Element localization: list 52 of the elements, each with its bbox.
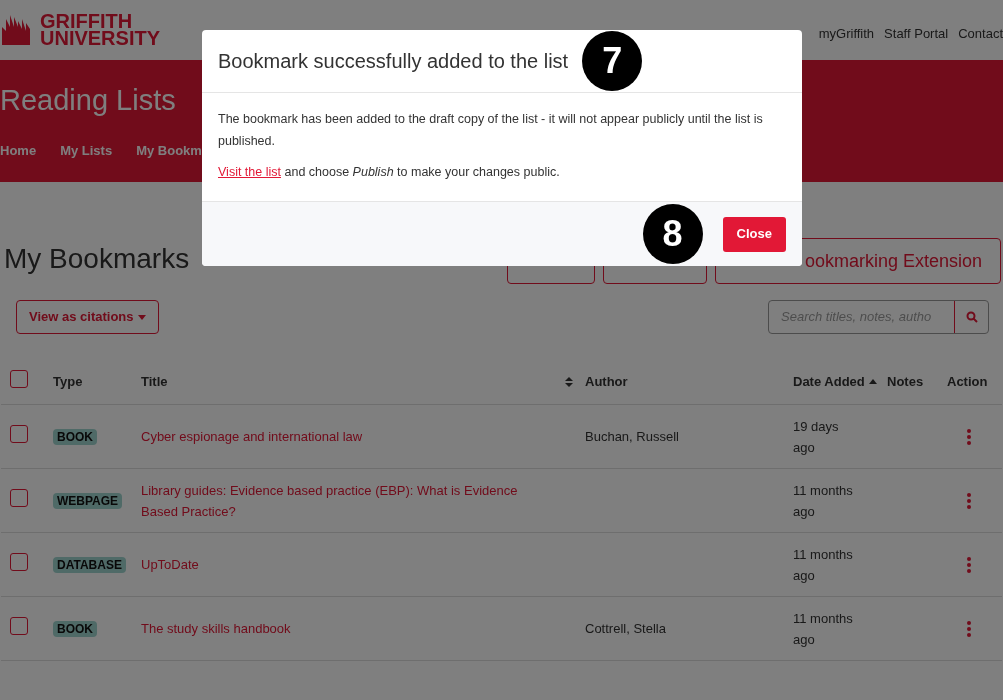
nav-link[interactable]: Home bbox=[0, 141, 37, 161]
search-icon bbox=[965, 311, 978, 323]
date-cell-text: 11 months ago bbox=[793, 609, 854, 649]
date-cell-text: 11 months ago bbox=[793, 545, 854, 585]
dialog-instruction: Visit the list and choose Publish to make your changes public. bbox=[218, 164, 561, 181]
caret-icon bbox=[137, 314, 146, 320]
more-options-icon[interactable] bbox=[967, 620, 971, 637]
checkbox[interactable] bbox=[10, 369, 28, 388]
title-link[interactable]: Library guides: Evidence based practice (EBP): What is Evidence Based Practice? bbox=[141, 479, 585, 522]
dialog-message: The bookmark has been added to the draft copy of the list - it will not appear publicly until the list is published. bbox=[218, 111, 764, 150]
checkbox[interactable] bbox=[10, 488, 28, 507]
banner-title: Reading Lists bbox=[0, 83, 176, 118]
visit-list-link[interactable]: Visit the list bbox=[218, 165, 281, 179]
author-cell-text: Buchan, Russell bbox=[585, 427, 680, 446]
column-header: Type bbox=[53, 372, 84, 391]
more-options-icon[interactable] bbox=[967, 428, 971, 445]
sort-icon bbox=[565, 376, 573, 387]
nav-link[interactable]: My Bookm bbox=[136, 141, 202, 161]
close-button[interactable]: Close bbox=[722, 216, 786, 252]
title-link[interactable]: Cyber espionage and international law bbox=[141, 426, 585, 447]
step-marker: 8 bbox=[642, 204, 703, 264]
nav-link[interactable]: My Lists bbox=[60, 141, 113, 161]
type-tag: BOOK bbox=[53, 620, 97, 637]
column-header[interactable]: Title bbox=[141, 371, 168, 392]
type-tag: WEBPAGE bbox=[53, 492, 123, 509]
date-cell-text: 11 months ago bbox=[793, 481, 854, 521]
top-link[interactable]: Contact bbox=[958, 24, 1003, 44]
university-logo[interactable]: GRIFFITH UNIVERSITY bbox=[0, 13, 161, 47]
sort-ascending-icon bbox=[868, 379, 877, 384]
date-cell-text: 19 days ago bbox=[793, 417, 840, 457]
view-dropdown[interactable]: View as citations bbox=[16, 300, 159, 334]
column-header: Action bbox=[947, 372, 989, 391]
title-link[interactable]: The study skills handbook bbox=[141, 618, 585, 639]
step-marker: 7 bbox=[582, 31, 643, 91]
title-link[interactable]: UpToDate bbox=[141, 554, 585, 575]
top-link[interactable]: myGriffith bbox=[818, 24, 875, 44]
checkbox[interactable] bbox=[10, 552, 28, 571]
logo-text: UNIVERSITY bbox=[40, 30, 161, 47]
more-options-icon[interactable] bbox=[967, 492, 971, 509]
checkbox[interactable] bbox=[10, 616, 28, 635]
logo-text: GRIFFITH bbox=[40, 13, 133, 30]
author-cell-text: Cottrell, Stella bbox=[585, 619, 667, 638]
type-tag: DATABASE bbox=[53, 556, 126, 573]
column-header: Author bbox=[585, 372, 629, 391]
more-options-icon[interactable] bbox=[967, 556, 971, 573]
page-title: My Bookmarks bbox=[4, 242, 190, 276]
column-header[interactable]: Date Added bbox=[793, 371, 865, 392]
type-tag: BOOK bbox=[53, 428, 97, 445]
top-link[interactable]: Staff Portal bbox=[884, 24, 949, 44]
column-header: Notes bbox=[887, 372, 925, 391]
checkbox[interactable] bbox=[10, 424, 28, 443]
dialog-title: Bookmark successfully added to the list bbox=[218, 49, 569, 74]
